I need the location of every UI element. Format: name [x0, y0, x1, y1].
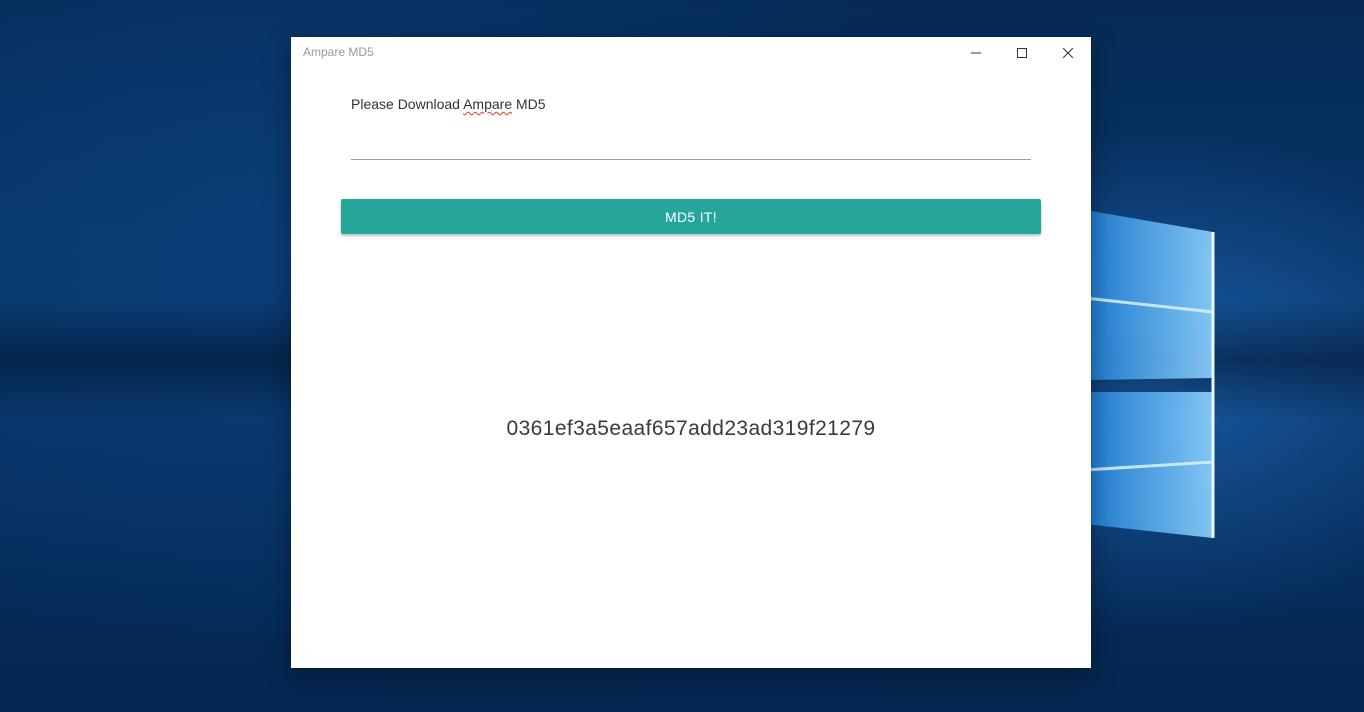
input-label: Please Download Ampare MD5	[351, 96, 546, 112]
minimize-icon	[971, 48, 981, 58]
label-suffix: MD5	[512, 96, 546, 112]
label-misspelled-word: Ampare	[463, 96, 513, 112]
window-title: Ampare MD5	[303, 45, 374, 59]
minimize-button[interactable]	[953, 37, 999, 68]
text-to-hash-input[interactable]	[351, 141, 1031, 160]
close-button[interactable]	[1045, 37, 1091, 68]
windows-logo-wallpaper	[1085, 170, 1225, 570]
close-icon	[1063, 47, 1073, 58]
md5-it-button[interactable]: MD5 IT!	[341, 199, 1041, 234]
maximize-button[interactable]	[999, 37, 1045, 68]
maximize-icon	[1017, 47, 1027, 58]
title-bar[interactable]: Ampare MD5	[291, 37, 1091, 68]
app-window: Ampare MD5 Please Download Ampare MD5 MD…	[291, 37, 1091, 668]
label-prefix: Please Download	[351, 96, 464, 112]
md5-hash-output: 0361ef3a5eaaf657add23ad319f21279	[506, 417, 876, 440]
